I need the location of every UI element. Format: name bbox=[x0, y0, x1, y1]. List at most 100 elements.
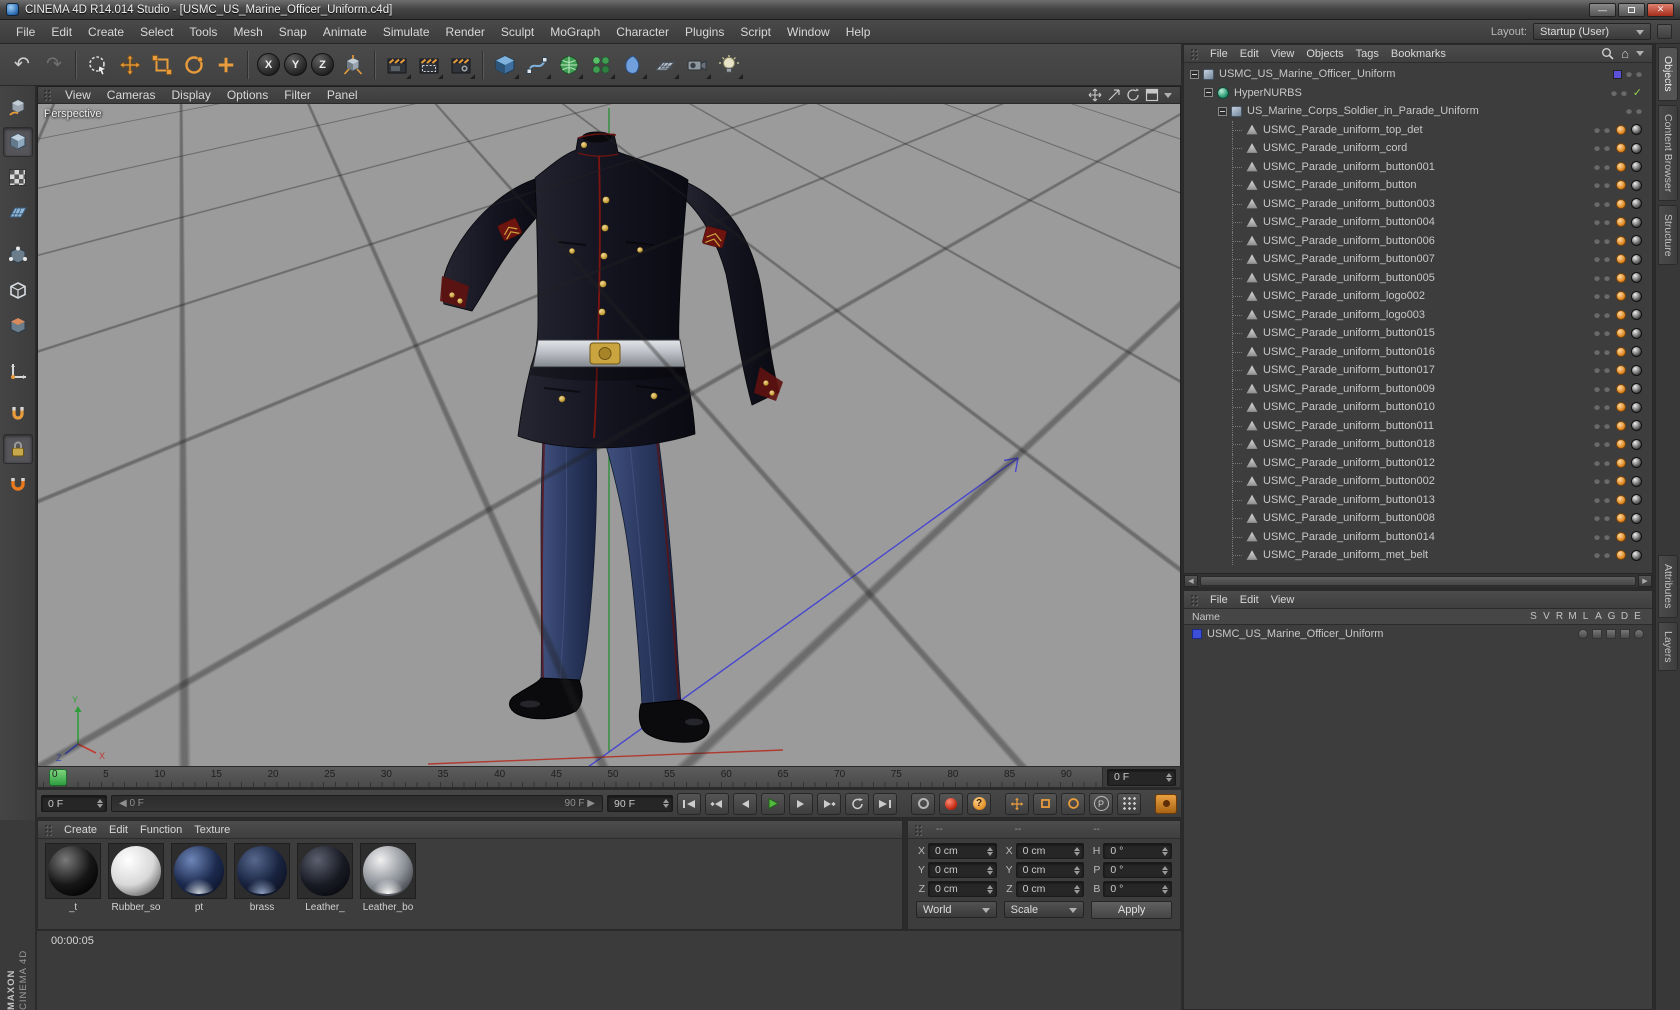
texture-tag-icon[interactable] bbox=[1631, 142, 1642, 154]
render-visibility-dot[interactable] bbox=[1604, 441, 1610, 448]
phong-tag-icon[interactable] bbox=[1616, 124, 1626, 135]
editor-visibility-dot[interactable] bbox=[1594, 441, 1600, 448]
range-start-field[interactable]: 0 F bbox=[41, 795, 107, 812]
texture-tag-icon[interactable] bbox=[1631, 161, 1642, 173]
tree-row[interactable]: USMC_Parade_uniform_cord bbox=[1184, 139, 1652, 158]
editor-visibility-dot[interactable] bbox=[1594, 182, 1600, 189]
editor-visibility-dot[interactable] bbox=[1594, 533, 1600, 540]
spinner-arrows-icon[interactable] bbox=[1074, 863, 1080, 878]
render-visibility-dot[interactable] bbox=[1604, 367, 1610, 374]
add-spline-button[interactable] bbox=[521, 48, 553, 82]
material-menu-item[interactable]: Texture bbox=[188, 823, 236, 837]
panel-menu-icon[interactable] bbox=[1636, 51, 1644, 60]
menu-item[interactable]: Select bbox=[132, 23, 181, 41]
texture-tag-icon[interactable] bbox=[1631, 124, 1642, 136]
render-visibility-dot[interactable] bbox=[1604, 237, 1610, 244]
texture-tag-icon[interactable] bbox=[1631, 235, 1642, 247]
key-parameter-button[interactable]: P bbox=[1089, 792, 1113, 815]
phong-tag-icon[interactable] bbox=[1616, 365, 1626, 376]
key-scale-button[interactable] bbox=[1033, 792, 1057, 815]
add-light-button[interactable] bbox=[713, 48, 745, 82]
editor-visibility-dot[interactable] bbox=[1594, 422, 1600, 429]
tree-row[interactable]: USMC_Parade_uniform_button002 bbox=[1184, 472, 1652, 491]
texture-paint-button[interactable] bbox=[3, 399, 33, 429]
record-keyframe-button[interactable] bbox=[939, 792, 963, 815]
texture-tag-icon[interactable] bbox=[1631, 420, 1642, 432]
tree-row[interactable]: USMC_Parade_uniform_button011 bbox=[1184, 416, 1652, 435]
phong-tag-icon[interactable] bbox=[1616, 420, 1626, 431]
panel-grip[interactable] bbox=[44, 823, 53, 836]
menu-item[interactable]: Snap bbox=[271, 23, 315, 41]
make-editable-button[interactable] bbox=[3, 92, 33, 122]
editor-visibility-dot[interactable] bbox=[1594, 496, 1600, 503]
goto-end-button[interactable] bbox=[873, 792, 897, 815]
editor-visibility-dot[interactable] bbox=[1594, 274, 1600, 281]
coord-value-field[interactable]: 0 cm bbox=[1015, 862, 1085, 878]
material-item[interactable]: Leather_ bbox=[294, 843, 356, 913]
object-manager-menu-item[interactable]: View bbox=[1265, 47, 1301, 61]
material-item[interactable]: pt bbox=[168, 843, 230, 913]
add-camera-button[interactable] bbox=[681, 48, 713, 82]
phong-tag-icon[interactable] bbox=[1616, 346, 1626, 357]
phong-tag-icon[interactable] bbox=[1616, 457, 1626, 468]
material-item[interactable]: Rubber_so bbox=[105, 843, 167, 913]
key-position-button[interactable] bbox=[1005, 792, 1029, 815]
expander-icon[interactable] bbox=[1190, 69, 1199, 79]
spinner-arrows-icon[interactable] bbox=[1074, 844, 1080, 859]
render-visibility-dot[interactable] bbox=[1604, 515, 1610, 522]
goto-start-button[interactable] bbox=[677, 792, 701, 815]
coord-value-field[interactable]: 0 cm bbox=[1015, 843, 1085, 859]
editor-visibility-dot[interactable] bbox=[1594, 145, 1600, 152]
menu-item[interactable]: File bbox=[8, 23, 43, 41]
material-thumbnail[interactable] bbox=[360, 843, 416, 899]
viewport-menu-item[interactable]: Filter bbox=[276, 86, 319, 104]
tree-row[interactable]: USMC_Parade_uniform_button016 bbox=[1184, 342, 1652, 361]
model-mode-button[interactable] bbox=[2, 127, 33, 157]
timeline-ruler[interactable]: 0 5 10 15 20 25 30 35 40 45 50 55 60 65 70 75 80 85 90 0 F bbox=[37, 766, 1181, 788]
render-visibility-dot[interactable] bbox=[1604, 219, 1610, 226]
next-key-button[interactable] bbox=[817, 792, 841, 815]
layout-dropdown[interactable]: Startup (User) bbox=[1533, 23, 1651, 40]
render-visibility-dot[interactable] bbox=[1620, 89, 1627, 96]
menu-item[interactable]: Sculpt bbox=[493, 23, 542, 41]
tree-row[interactable]: USMC_Parade_uniform_button008 bbox=[1184, 509, 1652, 528]
editor-visibility-dot[interactable] bbox=[1594, 367, 1600, 374]
object-manager-menu-item[interactable]: Objects bbox=[1300, 47, 1349, 61]
material-item[interactable]: _t bbox=[42, 843, 104, 913]
tree-row[interactable]: USMC_Parade_uniform_button009 bbox=[1184, 379, 1652, 398]
menu-item[interactable]: Mesh bbox=[225, 23, 270, 41]
spinner-arrows-icon[interactable] bbox=[987, 882, 993, 897]
texture-tag-icon[interactable] bbox=[1631, 438, 1642, 450]
phong-tag-icon[interactable] bbox=[1616, 254, 1626, 265]
phong-tag-icon[interactable] bbox=[1616, 439, 1626, 450]
texture-tag-icon[interactable] bbox=[1631, 216, 1642, 228]
material-item[interactable]: brass bbox=[231, 843, 293, 913]
side-tab[interactable]: Attributes bbox=[1658, 555, 1678, 618]
pan-view-icon[interactable] bbox=[1088, 88, 1102, 102]
phong-tag-icon[interactable] bbox=[1616, 291, 1626, 302]
coord-mode-dropdown[interactable]: Scale bbox=[1003, 901, 1085, 918]
texture-tag-icon[interactable] bbox=[1631, 457, 1642, 469]
editor-visibility-dot[interactable] bbox=[1594, 311, 1600, 318]
apply-button[interactable]: Apply bbox=[1091, 901, 1172, 919]
tree-row[interactable]: USMC_Parade_uniform_logo003 bbox=[1184, 305, 1652, 324]
next-frame-button[interactable] bbox=[789, 792, 813, 815]
enabled-check-icon[interactable]: ✓ bbox=[1633, 86, 1642, 99]
scroll-left-button[interactable]: ◀ bbox=[1184, 574, 1198, 587]
phong-tag-icon[interactable] bbox=[1616, 494, 1626, 505]
phong-tag-icon[interactable] bbox=[1616, 309, 1626, 320]
render-visibility-dot[interactable] bbox=[1604, 533, 1610, 540]
edges-mode-button[interactable] bbox=[3, 276, 33, 306]
layer-grid-icon[interactable] bbox=[1606, 628, 1616, 639]
menu-item[interactable]: Character bbox=[608, 23, 677, 41]
layer-menu-item[interactable]: View bbox=[1265, 593, 1301, 607]
tree-row[interactable]: USMC_Parade_uniform_top_det bbox=[1184, 120, 1652, 139]
editor-visibility-dot[interactable] bbox=[1594, 163, 1600, 170]
expander-icon[interactable] bbox=[1218, 106, 1227, 116]
polygons-mode-button[interactable] bbox=[3, 311, 33, 341]
render-visibility-dot[interactable] bbox=[1604, 478, 1610, 485]
spinner-arrows-icon[interactable] bbox=[1162, 844, 1168, 859]
tree-row[interactable]: USMC_Parade_uniform_button010 bbox=[1184, 398, 1652, 417]
play-button[interactable] bbox=[761, 792, 785, 815]
add-environment-button[interactable] bbox=[649, 48, 681, 82]
